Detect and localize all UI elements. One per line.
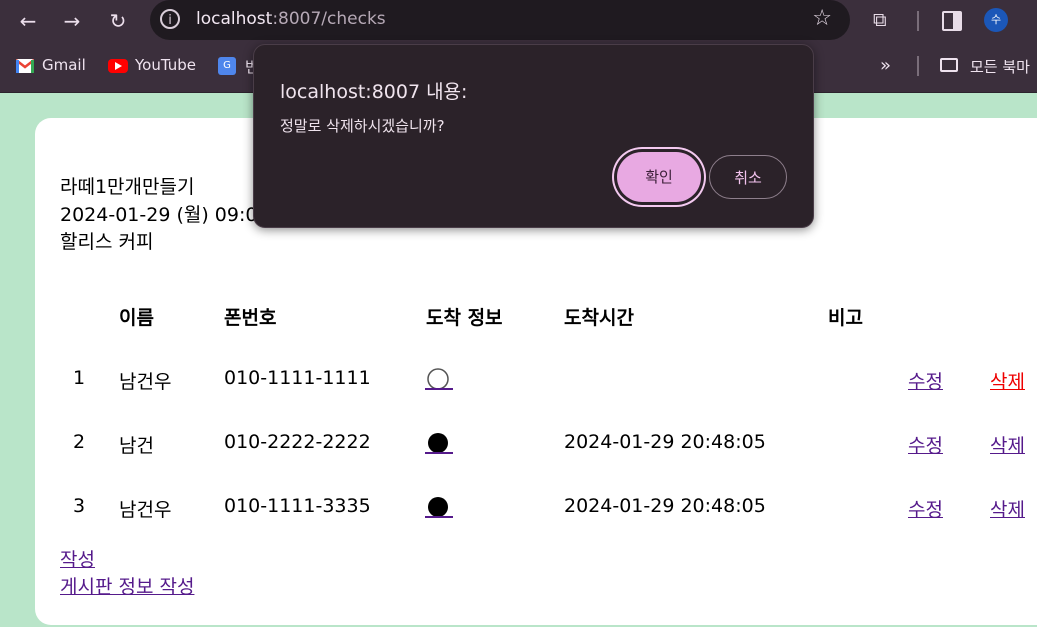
arrival-link-underline — [425, 388, 453, 390]
bookmark-youtube[interactable]: YouTube — [135, 56, 196, 74]
edit-link[interactable]: 수정 — [908, 431, 943, 458]
reload-icon[interactable]: ↻ — [104, 7, 132, 35]
create-board-info-link[interactable]: 게시판 정보 작성 — [60, 572, 194, 599]
forward-arrow-icon[interactable]: → — [58, 7, 86, 35]
arrival-link-underline — [425, 452, 453, 454]
row-arrival-time: 2024-01-29 20:48:05 — [564, 495, 766, 517]
site-info-icon[interactable]: i — [160, 9, 180, 29]
delete-link[interactable]: 삭제 — [990, 495, 1025, 522]
side-panel-icon[interactable] — [942, 11, 962, 31]
address-bar[interactable]: i localhost:8007/checks ☆ — [150, 0, 850, 40]
gmail-icon — [16, 59, 34, 73]
dialog-title: localhost:8007 내용: — [280, 81, 468, 103]
folder-icon — [940, 58, 958, 72]
row-phone: 010-1111-3335 — [224, 495, 371, 517]
url-text[interactable]: localhost:8007/checks — [196, 9, 386, 29]
bookmarks-divider — [917, 56, 919, 76]
confirm-ok-button[interactable]: 확인 — [617, 152, 701, 202]
header-arrival-time: 도착시간 — [564, 307, 634, 329]
browser-toolbar: ← → ↻ i localhost:8007/checks ☆ ⧉ 수 — [0, 0, 1037, 42]
event-title: 라떼1만개만들기 — [60, 176, 195, 198]
delete-link[interactable]: 삭제 — [990, 431, 1025, 458]
row-number: 1 — [73, 367, 86, 389]
header-arrival: 도착 정보 — [426, 307, 503, 329]
header-note: 비고 — [828, 307, 863, 329]
edit-link[interactable]: 수정 — [908, 495, 943, 522]
header-name: 이름 — [119, 307, 154, 329]
row-number: 2 — [73, 431, 86, 453]
confirm-cancel-button[interactable]: 취소 — [709, 155, 787, 199]
row-number: 3 — [73, 495, 86, 517]
event-place: 할리스 커피 — [60, 231, 154, 253]
edit-link[interactable]: 수정 — [908, 367, 943, 394]
header-phone: 폰번호 — [224, 307, 277, 329]
row-name: 남건우 — [119, 499, 172, 521]
translate-icon: G — [218, 57, 236, 75]
delete-link[interactable]: 삭제 — [990, 367, 1025, 394]
bookmark-gmail[interactable]: Gmail — [42, 56, 86, 74]
more-bookmarks-chevron-icon[interactable]: » — [880, 55, 891, 76]
confirm-dialog: localhost:8007 내용: 정말로 삭제하시겠습니까? 확인 취소 — [253, 44, 814, 228]
row-name: 남건 — [119, 435, 154, 457]
row-arrival-time: 2024-01-29 20:48:05 — [564, 431, 766, 453]
toolbar-divider — [917, 11, 919, 31]
all-bookmarks[interactable]: 모든 북마 — [970, 56, 1030, 77]
back-arrow-icon[interactable]: ← — [14, 7, 42, 35]
url-path: :8007/checks — [272, 9, 386, 29]
event-datetime: 2024-01-29 (월) 09:00 — [60, 204, 270, 226]
create-link[interactable]: 작성 — [60, 545, 95, 572]
dialog-message: 정말로 삭제하시겠습니까? — [280, 117, 445, 135]
arrival-link-underline — [425, 516, 453, 518]
row-phone: 010-1111-1111 — [224, 367, 371, 389]
url-host: localhost — [196, 9, 273, 29]
bookmark-star-icon[interactable]: ☆ — [812, 6, 832, 31]
row-name: 남건우 — [119, 371, 172, 393]
extensions-puzzle-icon[interactable]: ⧉ — [873, 9, 895, 31]
row-phone: 010-2222-2222 — [224, 431, 371, 453]
youtube-icon — [108, 59, 128, 73]
profile-avatar[interactable]: 수 — [984, 8, 1008, 32]
